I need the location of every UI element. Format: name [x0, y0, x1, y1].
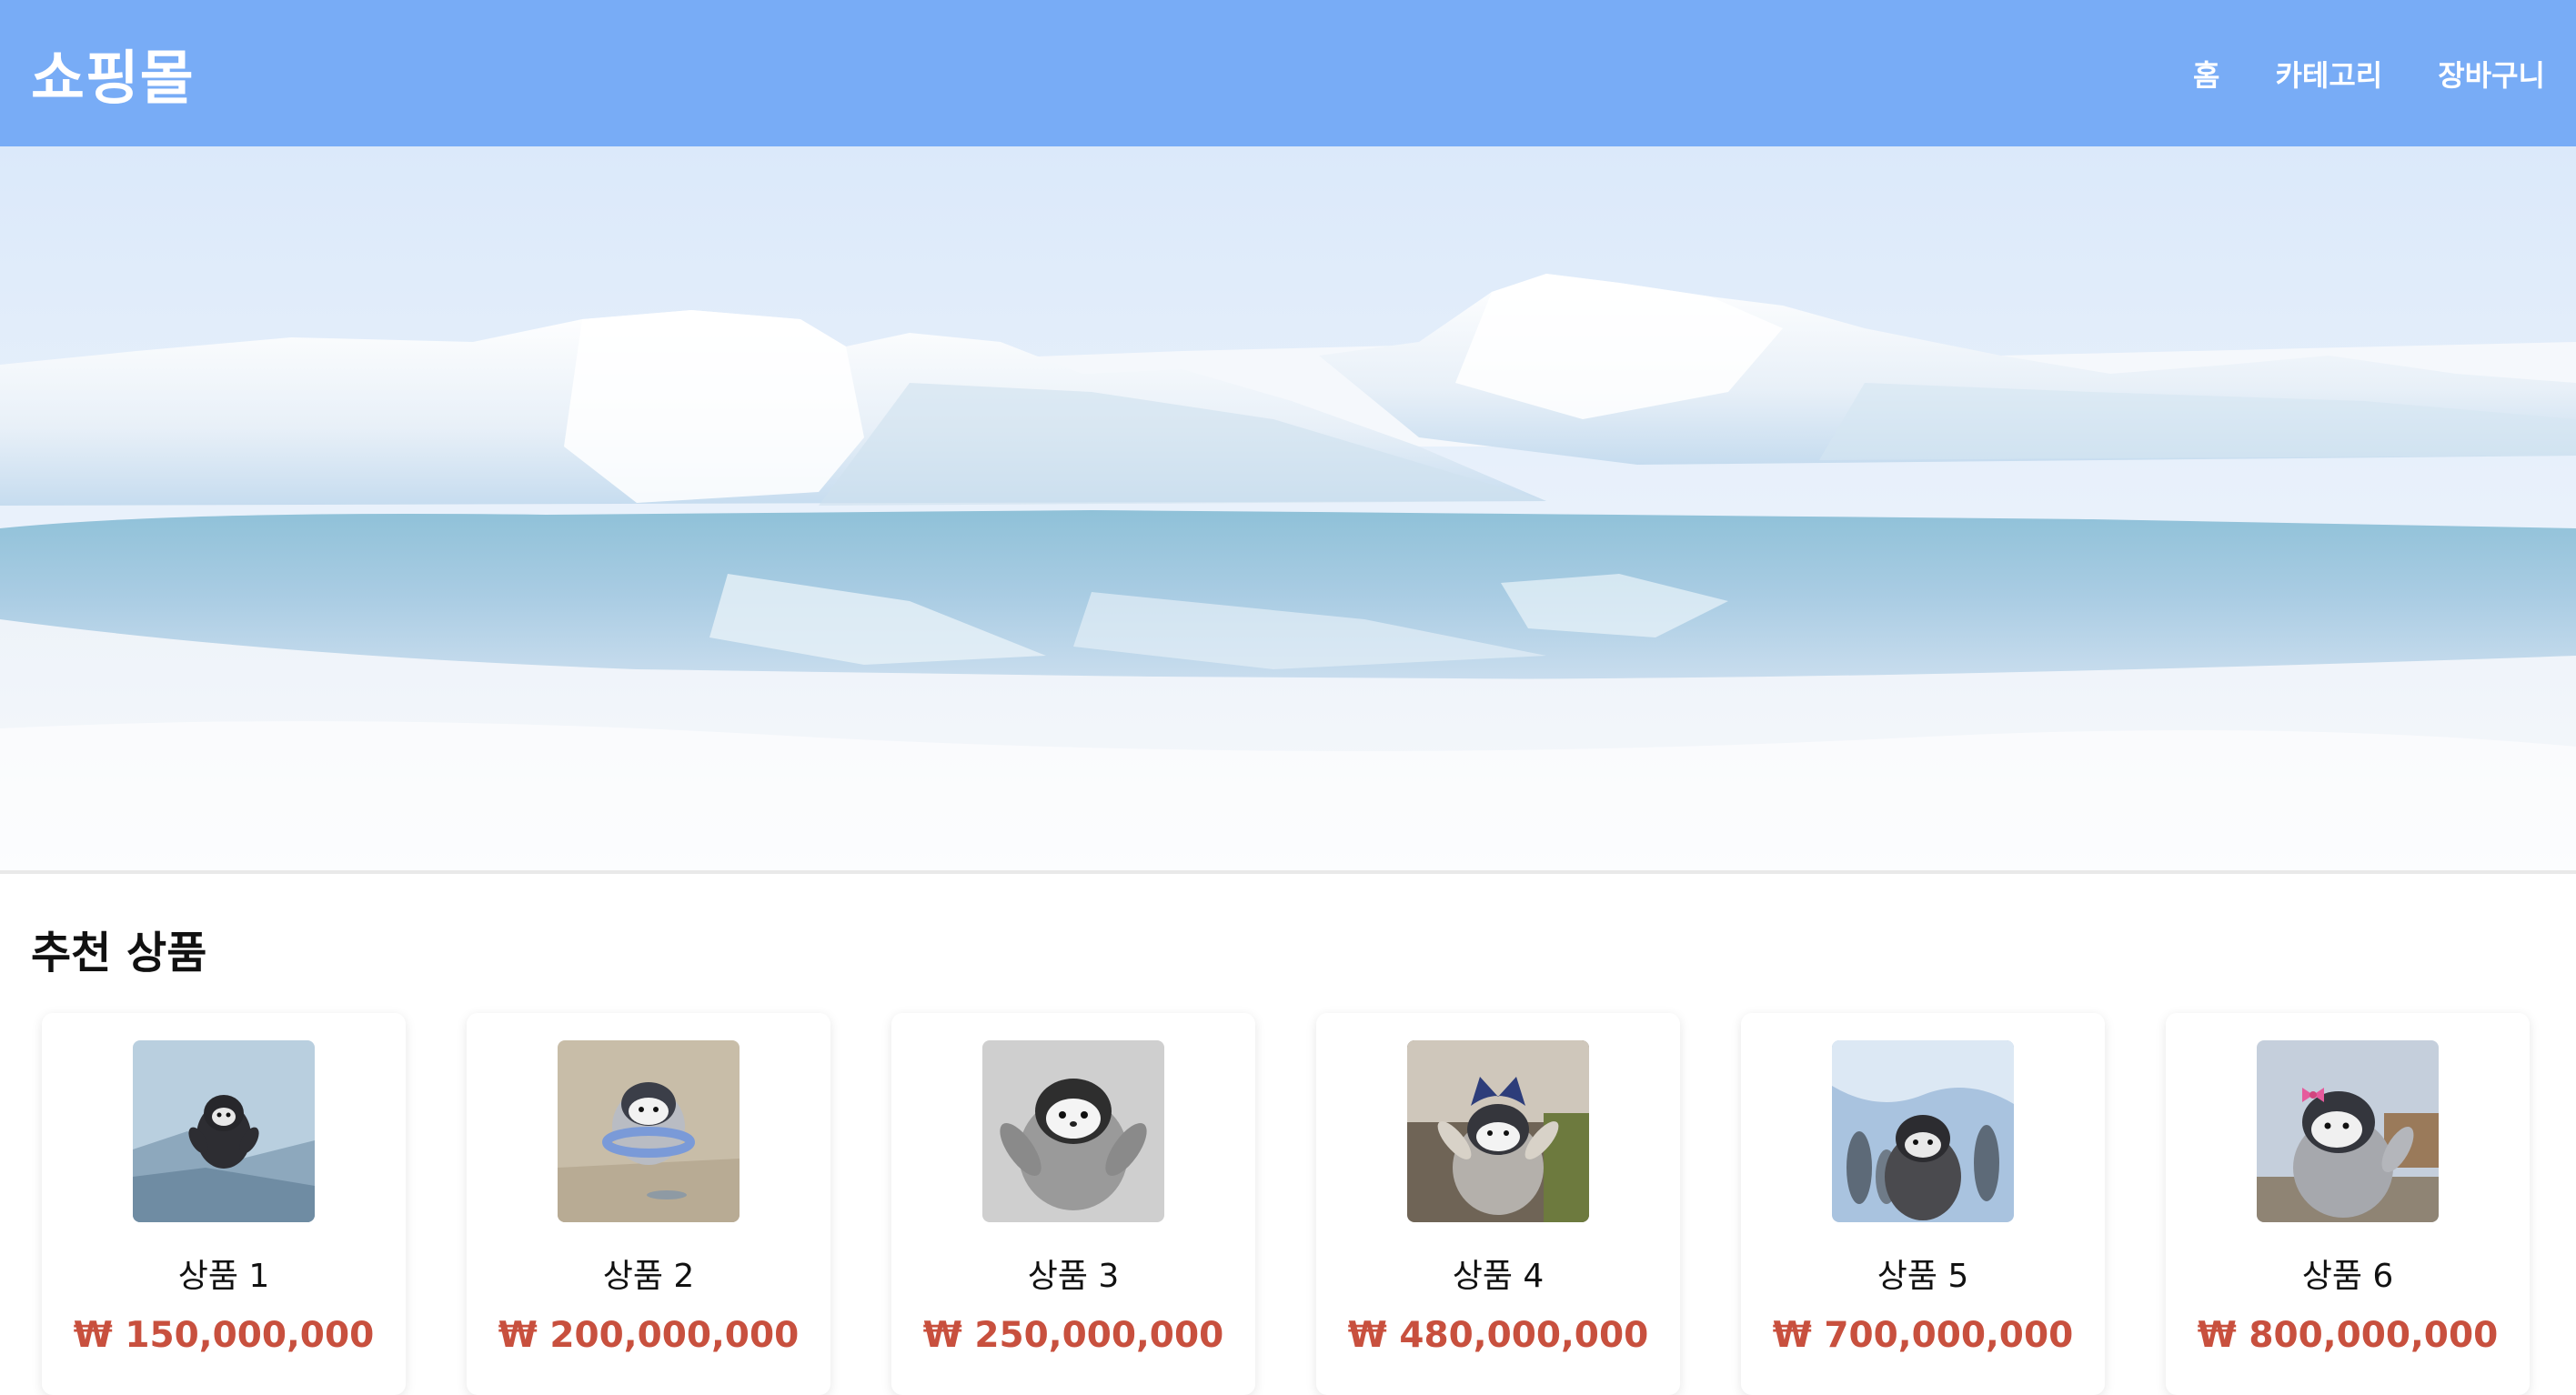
brand-logo[interactable]: 쇼핑몰	[31, 32, 195, 115]
product-price: ₩ 200,000,000	[498, 1315, 800, 1356]
product-card[interactable]: 상품 5 ₩ 700,000,000	[1741, 1013, 2105, 1395]
product-card[interactable]: 상품 6 ₩ 800,000,000	[2166, 1013, 2530, 1395]
product-image[interactable]	[1832, 1040, 2014, 1222]
product-price: ₩ 150,000,000	[73, 1315, 375, 1356]
product-image[interactable]	[558, 1040, 740, 1222]
site-header: 쇼핑몰 홈 카테고리 장바구니	[0, 0, 2576, 146]
product-grid: 상품 1 ₩ 150,000,000 상품 2 ₩ 200,000,000 상품…	[42, 1013, 2534, 1395]
main-nav: 홈 카테고리 장바구니	[2138, 53, 2545, 95]
product-name[interactable]: 상품 1	[178, 1249, 270, 1297]
product-price: ₩ 700,000,000	[1772, 1315, 2074, 1356]
product-card[interactable]: 상품 2 ₩ 200,000,000	[467, 1013, 830, 1395]
product-price: ₩ 480,000,000	[1347, 1315, 1649, 1356]
product-name[interactable]: 상품 3	[1028, 1249, 1120, 1297]
product-image[interactable]	[982, 1040, 1164, 1222]
section-title: 추천 상품	[31, 928, 207, 979]
product-name[interactable]: 상품 6	[2302, 1249, 2394, 1297]
product-image[interactable]	[133, 1040, 315, 1222]
hero-banner-image	[0, 146, 2576, 874]
product-image[interactable]	[2257, 1040, 2439, 1222]
product-name[interactable]: 상품 5	[1877, 1249, 1969, 1297]
product-name[interactable]: 상품 2	[603, 1249, 695, 1297]
nav-cart[interactable]: 장바구니	[2438, 53, 2545, 95]
product-name[interactable]: 상품 4	[1453, 1249, 1545, 1297]
product-card[interactable]: 상품 4 ₩ 480,000,000	[1316, 1013, 1680, 1395]
nav-home[interactable]: 홈	[2193, 53, 2219, 95]
product-image[interactable]	[1407, 1040, 1589, 1222]
nav-category[interactable]: 카테고리	[2275, 53, 2382, 95]
product-card[interactable]: 상품 3 ₩ 250,000,000	[891, 1013, 1255, 1395]
product-price: ₩ 800,000,000	[2197, 1315, 2499, 1356]
product-card[interactable]: 상품 1 ₩ 150,000,000	[42, 1013, 406, 1395]
product-price: ₩ 250,000,000	[922, 1315, 1224, 1356]
